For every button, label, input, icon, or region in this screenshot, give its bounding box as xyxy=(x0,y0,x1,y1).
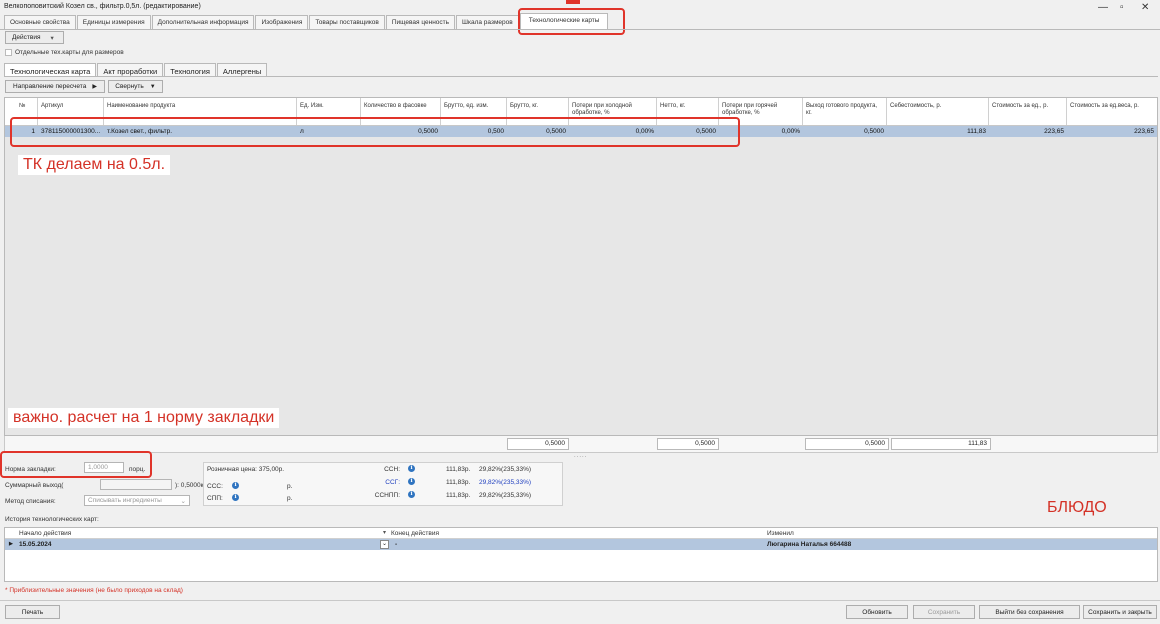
chevron-down-icon: ⌄ xyxy=(180,498,186,505)
subtab-act[interactable]: Акт проработки xyxy=(97,63,164,76)
method-label: Метод списания: xyxy=(5,498,56,505)
info-icon[interactable]: i xyxy=(408,465,415,472)
tab-size-scale[interactable]: Шкала размеров xyxy=(456,15,519,29)
row-highlight xyxy=(10,117,740,147)
history-col-end[interactable]: Конец действия xyxy=(391,530,439,537)
row-expand-icon[interactable]: ▶ xyxy=(9,541,13,547)
footnote: * Приблизительные значения (не было прих… xyxy=(5,587,183,594)
minimize-icon[interactable]: — xyxy=(1098,2,1108,13)
history-col-start[interactable]: Начало действия xyxy=(19,530,71,537)
history-end-dropdown[interactable]: ⌄ xyxy=(380,540,389,549)
tab-extra-info[interactable]: Дополнительная информация xyxy=(151,15,255,29)
actions-button[interactable]: Действия ▾ xyxy=(5,31,64,44)
history-col-changed[interactable]: Изменил xyxy=(767,530,794,537)
subtab-allergens[interactable]: Аллергены xyxy=(216,63,268,76)
tech-card-grid[interactable]: № Артикул Наименование продукта Ед. Изм.… xyxy=(4,97,1158,436)
cell-yield: 0,5000 xyxy=(864,128,884,135)
collapse-label: Свернуть xyxy=(115,83,144,90)
collapse-button[interactable]: Свернуть ▼ xyxy=(108,80,163,93)
size-checkbox[interactable] xyxy=(5,49,12,56)
window-title: Велкопоповитский Козел св., фильтр.0,5л.… xyxy=(4,3,201,10)
tab-units[interactable]: Единицы измерения xyxy=(76,15,151,29)
info-icon[interactable]: i xyxy=(232,494,239,501)
total-netto: 0,5000 xyxy=(657,438,719,450)
history-end: - xyxy=(395,541,398,548)
chevron-down-icon: ▾ xyxy=(50,34,54,42)
recalc-direction-button[interactable]: Направление пересчета ▶ xyxy=(5,80,105,93)
exit-without-saving-button[interactable]: Выйти без сохранения xyxy=(979,605,1080,619)
chevron-down-icon: ▼ xyxy=(149,83,156,90)
total-output-value: ): 0,5000кг xyxy=(175,482,206,489)
history-header: Начало действия ▾ Конец действия Изменил xyxy=(5,528,1157,539)
method-select[interactable]: Списывать ингредиенты ⌄ xyxy=(84,495,190,506)
retail-price: Розничная цена: 375,00р. xyxy=(207,466,285,473)
size-checkbox-row[interactable]: Отдельные тех.карты для размеров xyxy=(5,49,124,56)
tab-basic[interactable]: Основные свойства xyxy=(4,15,76,29)
csnpp-label: ССНПП: xyxy=(374,492,400,499)
sort-down-icon: ▾ xyxy=(383,530,387,536)
history-row[interactable]: ▶ 15.05.2024 ⌄ - Люгарина Наталья 664488 xyxy=(5,539,1157,550)
annotation-dish: БЛЮДО xyxy=(1047,499,1107,516)
tab-supplier-goods[interactable]: Товары поставщиков xyxy=(309,15,385,29)
cell-weight-price: 223,65 xyxy=(1134,128,1154,135)
annotation-norm: важно. расчет на 1 норму закладки xyxy=(8,408,280,428)
info-icon[interactable]: i xyxy=(232,482,239,489)
tab-highlight xyxy=(518,8,625,35)
csnpp-percent: 29,82%(235,33%) xyxy=(479,492,532,499)
spp-unit: р. xyxy=(287,495,293,502)
cell-cost: 111,83 xyxy=(967,128,986,135)
history-changed-by: Люгарина Наталья 664488 xyxy=(767,541,852,548)
csg-percent: 29,82%(235,33%) xyxy=(479,479,532,486)
csn-value: 111,83р. xyxy=(446,466,471,473)
spp-label: СПП: xyxy=(207,495,223,502)
total-output-unit-input[interactable] xyxy=(100,479,172,490)
subtab-technology[interactable]: Технология xyxy=(164,63,216,76)
recalc-label: Направление пересчета xyxy=(13,83,87,90)
size-checkbox-label: Отдельные тех.карты для размеров xyxy=(15,49,124,56)
tab-nutrition[interactable]: Пищевая ценность xyxy=(385,15,456,29)
col-yield[interactable]: Выход готового продукта, кг. xyxy=(803,98,887,125)
history-table[interactable]: Начало действия ▾ Конец действия Изменил… xyxy=(4,527,1158,582)
arrow-marker xyxy=(566,0,580,4)
tab-images[interactable]: Изображения xyxy=(255,15,309,29)
csn-percent: 29,82%(235,33%) xyxy=(479,466,532,473)
refresh-button[interactable]: Обновить xyxy=(846,605,908,619)
ccc-unit: р. xyxy=(287,483,293,490)
csg-label: ССГ: xyxy=(385,479,400,486)
norm-highlight xyxy=(0,451,152,478)
splitter-handle[interactable]: ..... xyxy=(574,453,587,459)
history-start: 15.05.2024 xyxy=(19,541,52,548)
csg-value: 111,83р. xyxy=(446,479,471,486)
close-icon[interactable]: ✕ xyxy=(1141,2,1149,13)
actions-label: Действия xyxy=(12,34,41,41)
info-icon[interactable]: i xyxy=(408,491,415,498)
col-weight-price[interactable]: Стоимость за ед.веса, р. xyxy=(1067,98,1157,125)
history-title: История технологических карт: xyxy=(5,516,99,523)
cell-unit-price: 223,65 xyxy=(1044,128,1064,135)
csn-label: СCH: xyxy=(384,466,400,473)
maximize-icon[interactable]: ▫ xyxy=(1120,2,1124,13)
chevron-right-icon: ▶ xyxy=(92,84,97,90)
save-and-close-button[interactable]: Сохранить и закрыть xyxy=(1083,605,1157,619)
subtab-tech-card[interactable]: Технологическая карта xyxy=(4,63,97,76)
method-value: Списывать ингредиенты xyxy=(88,497,162,504)
csnpp-value: 111,83р. xyxy=(446,492,471,499)
sub-tabs: Технологическая карта Акт проработки Тех… xyxy=(4,63,268,76)
save-button[interactable]: Сохранить xyxy=(913,605,975,619)
annotation-tk: ТК делаем на 0.5л. xyxy=(18,155,171,175)
total-output-label: Суммарный выход( xyxy=(5,482,64,489)
info-icon[interactable]: i xyxy=(408,478,415,485)
ccc-label: ССС: xyxy=(207,483,223,490)
subtab-divider xyxy=(4,76,1158,77)
footnote-text: Приблизительные значения (не было приход… xyxy=(9,587,183,594)
total-brutto-kg: 0,5000 xyxy=(507,438,569,450)
col-cost[interactable]: Себестоимость, р. xyxy=(887,98,989,125)
col-unit-price[interactable]: Стоимость за ед., р. xyxy=(989,98,1067,125)
tab-divider xyxy=(0,29,1160,30)
totals-row: 0,5000 0,5000 0,5000 111,83 xyxy=(4,436,1158,453)
total-yield: 0,5000 xyxy=(805,438,889,450)
total-cost: 111,83 xyxy=(891,438,991,450)
print-button[interactable]: Печать xyxy=(5,605,60,619)
